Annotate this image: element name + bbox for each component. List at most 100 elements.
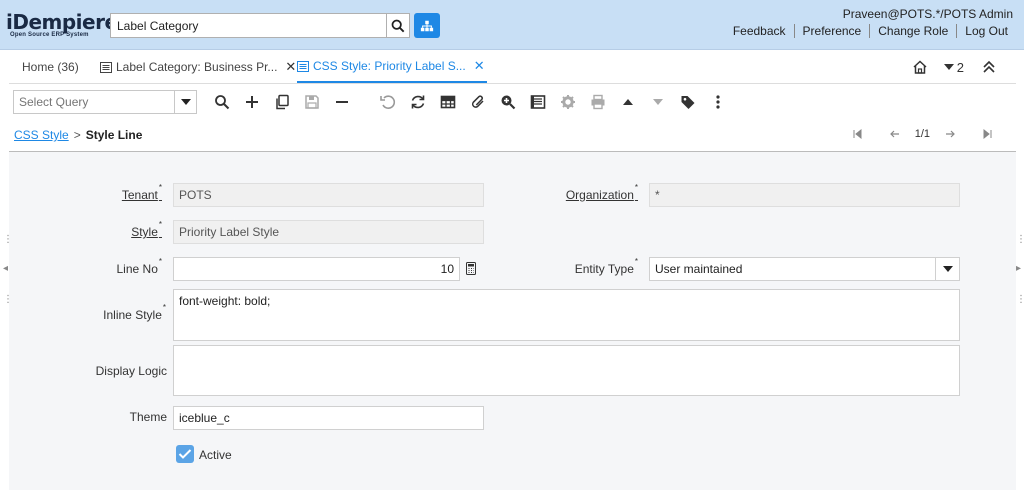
app-header: iDempiere Open Source ERP System Label C… [0,0,1024,50]
tag-icon [681,96,695,109]
line-no-label: Line No* [117,257,163,276]
select-query-input[interactable] [14,91,174,113]
tab-home[interactable]: Home (36) [22,51,79,83]
undo-button[interactable] [378,92,398,112]
calculator-button[interactable] [466,262,476,278]
search-button[interactable] [386,13,410,38]
report-icon [530,95,546,109]
refresh-button[interactable] [408,92,428,112]
app-logo[interactable]: iDempiere Open Source ERP System [6,12,118,38]
checkmark-icon [178,449,192,459]
required-mark: * [634,257,638,266]
collapse-left-icon[interactable]: ◂ [3,263,8,274]
breadcrumb: CSS Style > Style Line [14,128,142,142]
logo-text: iDempiere [6,10,118,34]
collapse-right-icon[interactable]: ▸ [1016,263,1021,274]
global-search-input[interactable]: Label Category [110,13,387,38]
tenant-label[interactable]: Tenant* [121,183,162,202]
plus-icon [246,96,258,108]
zoom-across-button[interactable] [498,92,518,112]
home-icon[interactable] [912,59,928,75]
first-record-icon[interactable] [851,128,863,140]
breadcrumb-current: Style Line [85,128,143,142]
collapse-icon[interactable] [982,60,996,74]
organization-label[interactable]: Organization* [565,183,638,202]
tab-controls: 2 [912,59,996,75]
tab-css-style[interactable]: CSS Style: Priority Label S... ✕ [297,51,487,83]
delete-button[interactable] [332,92,352,112]
active-label[interactable]: Active [199,448,232,462]
entity-type-value: User maintained [655,262,743,276]
previous-record-button[interactable] [618,92,638,112]
caret-down-icon [180,98,191,105]
copy-record-button[interactable] [272,92,292,112]
tag-button[interactable] [678,92,698,112]
active-checkbox[interactable] [176,445,194,463]
display-logic-textarea[interactable] [173,345,960,396]
entity-type-select[interactable]: User maintained [649,257,960,281]
refresh-icon [411,95,425,109]
display-logic-label: Display Logic [95,364,167,378]
record-counter: 1/1 [914,128,930,140]
minus-icon [336,101,348,103]
breadcrumb-separator: > [73,128,81,142]
entity-type-label-text: Entity Type [574,262,634,276]
theme-field[interactable]: iceblue_c [173,406,484,430]
menu-tree-button[interactable] [414,13,440,38]
previous-record-icon[interactable] [889,128,901,140]
splitter-handle-icon[interactable]: ⋮ [3,294,13,305]
report-button[interactable] [528,92,548,112]
required-mark: * [162,303,166,312]
inline-style-textarea[interactable]: font-weight: bold; [173,289,960,341]
required-mark: * [634,183,638,192]
tab-label: CSS Style: Priority Label S... [313,59,466,73]
paperclip-icon [471,95,484,108]
open-windows-count[interactable]: 2 [957,60,964,75]
next-record-button[interactable] [648,92,668,112]
window-icon [297,60,309,72]
line-no-field[interactable]: 10 [173,257,460,281]
record-navigation: 1/1 [851,128,994,140]
last-record-icon[interactable] [982,128,994,140]
attachment-button[interactable] [468,92,488,112]
splitter-handle-icon[interactable]: ⋮ [3,234,13,245]
window-tabbar: Home (36) Label Category: Business Pr...… [9,51,1016,84]
print-button[interactable] [588,92,608,112]
splitter-handle-icon[interactable]: ⋮ [1016,234,1024,245]
tenant-label-text: Tenant [121,188,158,202]
tab-label-category[interactable]: Label Category: Business Pr... ✕ [100,51,296,83]
tab-label: Label Category: Business Pr... [116,60,278,74]
required-mark: * [158,183,162,192]
breadcrumb-parent-link[interactable]: CSS Style [14,128,69,142]
grid-toggle-button[interactable] [438,92,458,112]
style-field[interactable]: Priority Label Style [173,220,484,244]
find-button[interactable] [212,92,232,112]
logout-link[interactable]: Log Out [956,24,1016,38]
entity-type-dropdown[interactable] [935,258,959,280]
window-icon [100,61,112,73]
table-icon [440,95,456,109]
next-record-icon[interactable] [944,128,956,140]
user-info[interactable]: Praveen@POTS.*/POTS Admin [843,7,1013,21]
header-links: Feedback Preference Change Role Log Out [725,24,1016,38]
splitter-handle-icon[interactable]: ⋮ [1016,294,1024,305]
organization-label-text: Organization [565,188,634,202]
tenant-field[interactable]: POTS [173,183,484,207]
process-button[interactable] [558,92,578,112]
close-tab-icon[interactable]: ✕ [285,59,296,75]
preference-link[interactable]: Preference [793,24,870,38]
feedback-link[interactable]: Feedback [725,24,794,38]
sitemap-icon [420,20,434,31]
close-tab-icon[interactable]: ✕ [474,58,485,74]
new-record-button[interactable] [242,92,262,112]
query-dropdown-button[interactable] [174,91,196,113]
search-icon [391,19,405,32]
organization-field[interactable]: * [649,183,960,207]
save-button[interactable] [302,92,322,112]
style-label[interactable]: Style* [131,220,162,239]
caret-down-icon[interactable] [943,63,954,71]
more-actions-button[interactable] [708,92,728,112]
change-role-link[interactable]: Change Role [869,24,956,38]
select-query-combobox[interactable] [13,90,197,114]
gear-icon [561,95,575,109]
